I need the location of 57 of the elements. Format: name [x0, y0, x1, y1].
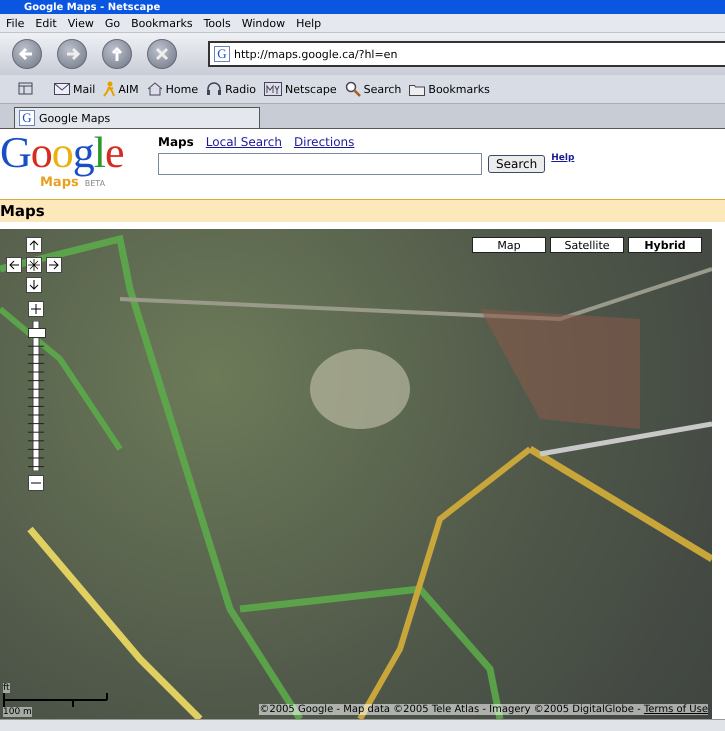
copyright-text: ©2005 Google - Map data ©2005 Tele Atlas - Imagery ©2005 DigitalGlobe -	[259, 704, 641, 715]
center-map-button[interactable]	[26, 257, 42, 273]
menu-item[interactable]: Tools	[204, 16, 231, 30]
map-type-button[interactable]: Hybrid	[628, 237, 702, 253]
folder-icon	[409, 82, 426, 96]
zoom-out-button[interactable]	[28, 475, 44, 491]
beta-label: BETA	[84, 179, 106, 188]
toolbar-link[interactable]: Netscape	[262, 82, 339, 96]
my-badge-icon	[264, 82, 282, 96]
satellite-map[interactable]: Map Satellite Hybrid ft 100 m ©2005 Google - Map data ©2005 Tele Atlas - Imagery ©2005 DigitalGlobe - Terms of Use	[0, 229, 712, 719]
tab-label: Google Maps	[39, 112, 110, 124]
search-field[interactable]	[158, 153, 482, 175]
slider-thumb[interactable]	[28, 328, 46, 338]
envelope-icon	[54, 83, 70, 95]
menu-item[interactable]: File	[6, 16, 24, 30]
help-link[interactable]: Help	[551, 153, 574, 163]
nav-link[interactable]: Directions	[294, 135, 354, 149]
search-button[interactable]: Search	[488, 155, 546, 173]
menu-item[interactable]: Help	[296, 16, 322, 30]
search-icon	[344, 81, 361, 97]
house-icon	[146, 82, 163, 96]
menu-item[interactable]: Bookmarks	[131, 16, 193, 30]
nav-link[interactable]: Local Search	[206, 135, 282, 149]
toolbar-link[interactable]: Search	[342, 81, 404, 97]
forward-button[interactable]	[57, 39, 87, 69]
logo-product-name: Maps	[40, 175, 79, 190]
toolbar-link[interactable]: AIM	[101, 81, 141, 97]
terms-link[interactable]: Terms of Use	[644, 704, 708, 715]
section-title: Maps	[0, 202, 45, 220]
pan-left-button[interactable]	[6, 257, 22, 273]
zoom-in-button[interactable]	[28, 301, 44, 317]
window-title: Google Maps - Netscape	[23, 0, 160, 14]
scale-label: ft	[3, 683, 10, 693]
pan-down-button[interactable]	[26, 277, 42, 293]
stop-button[interactable]	[147, 39, 177, 69]
running-man-icon	[103, 81, 116, 97]
toolbar-link[interactable]: Radio	[204, 82, 258, 96]
back-button[interactable]	[12, 39, 42, 69]
menu-item[interactable]: Edit	[35, 16, 57, 30]
browser-tab[interactable]: G Google Maps	[14, 107, 260, 128]
map-type-button[interactable]: Satellite	[550, 237, 624, 253]
reload-button[interactable]	[102, 39, 132, 69]
menu-item[interactable]: View	[68, 16, 94, 30]
pan-right-button[interactable]	[46, 257, 62, 273]
toolbar-link[interactable]: Bookmarks	[407, 82, 492, 96]
menu-item[interactable]: Go	[104, 16, 120, 30]
nav-link[interactable]: Maps	[158, 135, 194, 149]
headphones-icon	[206, 82, 222, 96]
favicon: G	[19, 110, 35, 126]
scale-label: 100 m	[3, 707, 32, 717]
map-type-button[interactable]: Map	[472, 237, 546, 253]
favicon: G	[214, 46, 230, 62]
toolbar-link[interactable]: Mail	[52, 82, 98, 96]
pan-up-button[interactable]	[26, 237, 42, 253]
address-field[interactable]: G http://maps.google.ca/?hl=en	[208, 41, 725, 67]
toolbar-link[interactable]: Home	[144, 82, 200, 96]
menu-item[interactable]: Window	[242, 16, 286, 30]
